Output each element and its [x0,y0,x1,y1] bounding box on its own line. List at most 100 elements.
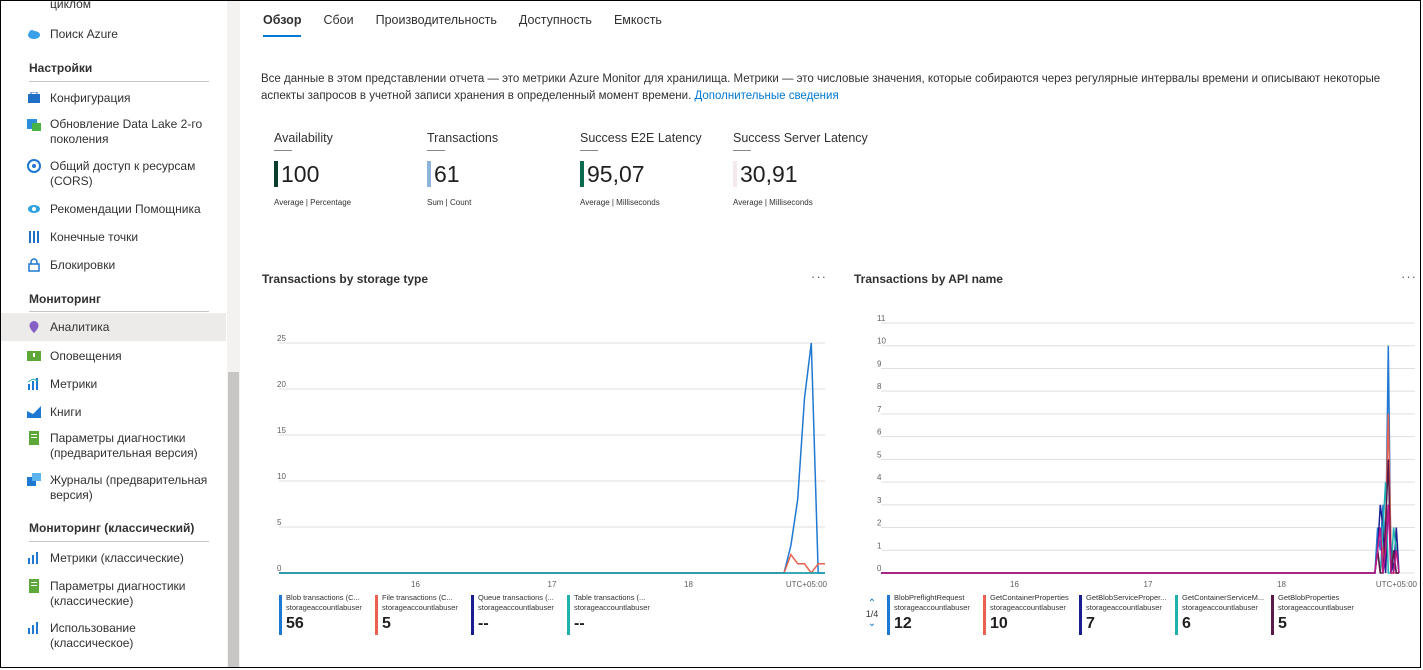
sidebar-item-label: Обновление Data Lake 2-го поколения [50,117,203,146]
series-line[interactable] [881,504,1400,574]
metric-aggregation: Average | Milliseconds [733,198,813,207]
sidebar-item-configuration[interactable]: Конфигурация [1,89,226,109]
chart-title-storage-type: Transactions by storage type [262,272,429,286]
series-line[interactable] [881,504,1400,574]
tab-overview[interactable]: Обзор [263,13,302,37]
tab-availability[interactable]: Доступность [519,13,592,37]
insights-pin-icon [27,320,41,334]
legend-item[interactable]: GetBlobServiceProper... storageaccountlab… [1079,593,1175,637]
legend-item[interactable]: GetBlobProperties storageaccountlabuser 5 [1271,593,1367,637]
legend-item[interactable]: BlobPreflightRequest storageaccountlabuse… [887,593,983,637]
metric-server-latency[interactable]: Success Server Latency 30,91 Average | M… [733,131,873,207]
sidebar-item-label: Конечные точки [50,230,139,244]
toolbox-icon [27,91,41,105]
metric-name: Transactions [427,131,499,145]
metric-availability[interactable]: Availability 100 Average | Percentage [274,131,414,207]
y-tick-label: 6 [877,428,882,437]
tab-capacity[interactable]: Емкость [614,13,662,37]
report-description: Все данные в этом представлении отчета —… [261,71,1411,105]
sidebar-item-workbooks[interactable]: Книги [1,403,226,423]
legend-account: storageaccountlabuser [1278,603,1354,612]
metric-name: Success Server Latency [733,131,868,145]
pager-down-icon[interactable]: ⌄ [860,619,884,629]
y-tick-label: 3 [877,496,882,505]
tab-performance[interactable]: Производительность [376,13,497,37]
sidebar-item-azure-search[interactable]: Поиск Azure [1,25,226,45]
sidebar-item-alerts[interactable]: Оповещения [1,347,226,367]
workbooks-icon [27,405,41,419]
metric-aggregation: Average | Percentage [274,198,352,207]
sidebar-item-metrics-classic[interactable]: Метрики (классические) [1,549,226,569]
legend-item[interactable]: GetContainerServiceM... storageaccountlab… [1175,593,1271,637]
sidebar-item-insights[interactable]: Аналитика [1,313,226,341]
series-line[interactable] [881,413,1399,574]
legend-item[interactable]: File transactions (C... storageaccountlab… [375,593,471,637]
legend-pager: ⌃ 1/4 ⌄ [860,599,884,629]
sidebar-item-label: Поиск Azure [50,27,118,41]
legend-swatch [567,595,570,635]
data-lake-icon [27,117,41,131]
legend-account: storageaccountlabuser [286,603,362,612]
metrics-chart-icon [27,551,41,565]
sidebar-item-diagnostic-settings-classic[interactable]: Параметры диагностики (классические) [1,577,226,611]
legend-series-name: Table transactions (... [574,593,646,602]
sidebar-scrollbar-thumb[interactable] [228,372,239,668]
legend-swatch [375,595,378,635]
metric-rule [427,150,445,151]
sidebar-item-metrics[interactable]: Метрики [1,375,226,395]
sidebar-item-lifecycle[interactable]: циклом [1,1,226,13]
learn-more-link[interactable]: Дополнительные сведения [694,90,838,102]
legend-swatch [471,595,474,635]
y-tick-label: 2 [877,519,882,528]
legend-item[interactable]: Blob transactions (C... storageaccountlab… [279,593,375,637]
sidebar-item-locks[interactable]: Блокировки [1,256,226,276]
chart-api-name: 0 1 2 3 4 5 6 7 8 9 10 11 16 17 18 UTC+05:00 [877,315,1418,589]
tab-failures[interactable]: Сбои [323,13,353,37]
chart-menu-button[interactable]: ··· [811,269,827,284]
diagnostic-settings-icon [27,579,41,593]
sidebar-item-label: Аналитика [50,320,110,334]
legend-item[interactable]: Queue transactions (... storageaccountlab… [471,593,567,637]
sidebar-item-endpoints[interactable]: Конечные точки [1,228,226,248]
metric-e2e-latency[interactable]: Success E2E Latency 95,07 Average | Mill… [580,131,720,207]
sidebar-item-logs-preview[interactable]: Журналы (предварительная версия) [1,471,226,505]
legend-total: -- [574,615,585,632]
cloud-icon [27,27,41,41]
metric-value: 30,91 [740,160,798,187]
x-tick-label: 17 [1144,580,1153,589]
sidebar-item-label: Метрики [50,377,98,391]
diagnostic-settings-icon [27,431,41,445]
y-tick-label: 5 [277,518,282,527]
legend-account: storageaccountlabuser [478,603,554,612]
alerts-icon [27,349,41,363]
sidebar-item-data-lake-upgrade[interactable]: Обновление Data Lake 2-го поколения [1,115,226,149]
pager-up-icon[interactable]: ⌃ [860,599,884,609]
legend-swatch [887,595,890,635]
legend-total: 7 [1086,615,1095,632]
metrics-chart-icon [27,377,41,391]
series-line[interactable] [881,459,1399,574]
metric-aggregation: Sum | Count [427,198,472,207]
legend-item[interactable]: Table transactions (... storageaccountlab… [567,593,663,637]
y-tick-label: 10 [277,472,286,481]
legend-swatch [279,595,282,635]
metric-transactions[interactable]: Transactions 61 Sum | Count [427,131,567,207]
sidebar-item-label: циклом [50,1,92,11]
legend-series-name: Blob transactions (C... [286,593,360,602]
chart-menu-button[interactable]: ··· [1401,269,1417,284]
sidebar-item-cors[interactable]: Общий доступ к ресурсам (CORS) [1,157,226,191]
sidebar-item-diagnostic-settings-preview[interactable]: Параметры диагностики (предварительная в… [1,429,226,463]
sidebar-item-label: Оповещения [50,349,122,363]
series-line[interactable] [279,342,825,574]
sidebar-item-label: Рекомендации Помощника [50,202,201,216]
sidebar-item-usage-classic[interactable]: Использование (классическое) [1,619,226,653]
y-tick-label: 25 [277,334,286,343]
legend-item[interactable]: GetContainerProperties storageaccountlabu… [983,593,1079,637]
sidebar-item-advisor[interactable]: Рекомендации Помощника [1,200,226,220]
y-tick-label: 8 [877,382,882,391]
chart-storage-type: 0 5 10 15 20 25 16 17 18 UTC+05:00 [277,334,828,589]
metric-rule [274,150,292,151]
series-line[interactable] [279,553,825,575]
section-title-monitoring: Мониторинг [29,292,101,306]
chart-legend-api-name: BlobPreflightRequest storageaccountlabuse… [887,593,1367,637]
